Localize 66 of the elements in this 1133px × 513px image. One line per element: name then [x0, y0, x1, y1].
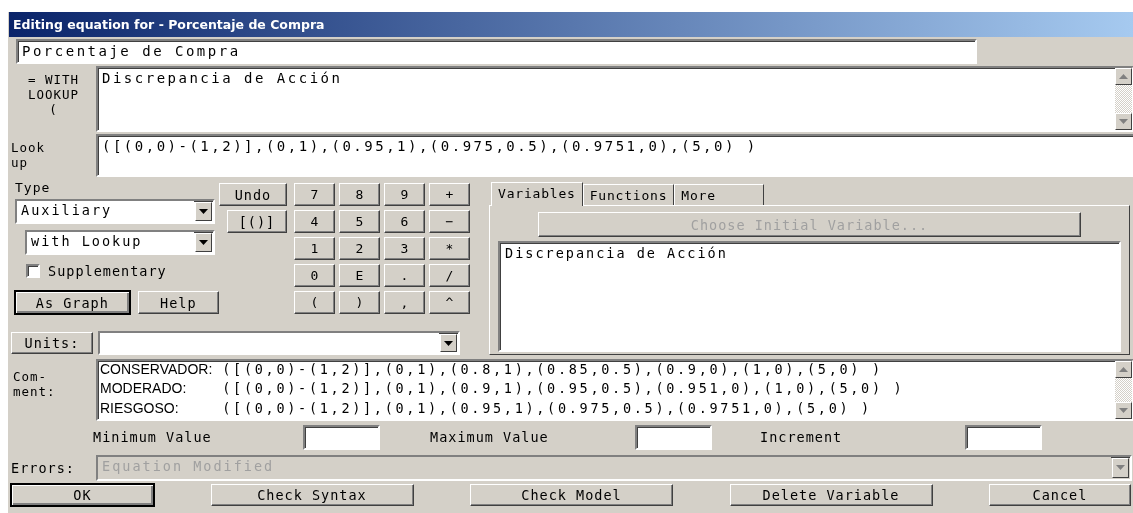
keypad-key[interactable]: 7	[294, 183, 335, 206]
check-model-button[interactable]: Check Model	[470, 484, 673, 506]
keypad-key[interactable]: 9	[384, 183, 425, 206]
range-field[interactable]	[635, 424, 712, 450]
keypad-key[interactable]: 3	[384, 237, 425, 260]
keypad-key[interactable]: 8	[339, 183, 380, 206]
tab[interactable]: Functions	[582, 184, 675, 205]
range-label: Minimum Value	[93, 429, 213, 445]
variable-list-item[interactable]: Discrepancia de Acción	[505, 245, 1114, 261]
keypad-key[interactable]: 0	[294, 264, 335, 287]
scrollbar[interactable]	[1115, 361, 1132, 419]
units-button[interactable]: Units:	[11, 332, 93, 354]
dropdown-arrow-icon	[199, 240, 208, 245]
keypad-key[interactable]: ,	[384, 291, 425, 314]
dropdown-arrow-icon	[199, 209, 208, 214]
supplementary-label: Supplementary	[48, 263, 167, 279]
keypad-key[interactable]: −	[429, 210, 470, 233]
tab[interactable]: More	[674, 184, 765, 205]
dropdown-arrow-icon	[1116, 465, 1125, 470]
keypad-key[interactable]: (	[294, 291, 335, 314]
keypad-key[interactable]: +	[429, 183, 470, 206]
comment-formula: ([(0,0)-(1,2)],(0,1),(0.9,1),(0.95,0.5),(0.951,0),(1,0),(5,0) )	[222, 380, 906, 399]
cancel-button[interactable]: Cancel	[989, 484, 1131, 506]
range-field[interactable]	[303, 424, 380, 450]
undo-button[interactable]: Undo	[219, 183, 287, 206]
bracket-button[interactable]: [()]	[227, 210, 287, 233]
equation-label: = WITH LOOKUP (	[27, 72, 80, 117]
comment-formula: ([(0,0)-(1,2)],(0,1),(0.95,1),(0.975,0.5),(0.9751,0),(5,0) )	[222, 399, 873, 418]
comment-label-text: RIESGOSO:	[100, 399, 180, 418]
type-label: Type	[15, 180, 52, 197]
subtype-dropdown[interactable]: with Lookup	[25, 230, 215, 255]
keypad-key[interactable]: 4	[294, 210, 335, 233]
comment-formula: ([(0,0)-(1,2)],(0,1),(0.8,1),(0.85,0.5),(0.9,0),(1,0),(5,0) )	[222, 361, 884, 379]
units-dropdown[interactable]	[98, 331, 460, 355]
supplementary-checkbox[interactable]	[26, 264, 40, 278]
variable-name-field[interactable]: Porcentaje de Compra	[16, 39, 977, 64]
ok-button[interactable]: OK	[11, 484, 154, 506]
comment-label-text: CONSERVADOR:	[100, 361, 213, 379]
scroll-down-icon	[1119, 408, 1128, 413]
keypad-key[interactable]: .	[384, 264, 425, 287]
comment-label-text: MODERADO:	[100, 380, 188, 399]
dropdown-arrow-icon	[444, 340, 453, 346]
keypad-key[interactable]: )	[339, 291, 380, 314]
lookup-field[interactable]: ([(0,0)-(1,2)],(0,1),(0.95,1),(0.975,0.5),(0.9751,0),(5,0) )	[98, 136, 1133, 175]
keypad-key[interactable]: 2	[339, 237, 380, 260]
scroll-up-icon	[1119, 367, 1128, 372]
range-label: Increment	[760, 429, 844, 445]
range-label: Maximum Value	[430, 429, 550, 445]
check-syntax-button[interactable]: Check Syntax	[210, 484, 414, 506]
lookup-label: Look up	[11, 140, 46, 170]
delete-variable-button[interactable]: Delete Variable	[729, 484, 933, 506]
keypad-key[interactable]: 5	[339, 210, 380, 233]
keypad-key[interactable]: 1	[294, 237, 335, 260]
keypad-key[interactable]: ^	[429, 291, 470, 314]
comment-label: Com- ment:	[13, 369, 56, 399]
keypad-key[interactable]: /	[429, 264, 470, 287]
keypad-key[interactable]: *	[429, 237, 470, 260]
type-dropdown[interactable]: Auxiliary	[15, 199, 215, 224]
range-field[interactable]	[965, 424, 1042, 450]
window-title: Editing equation for - Porcentaje de Compra	[9, 12, 1133, 37]
help-button[interactable]: Help	[137, 291, 219, 314]
errors-label: Errors:	[10, 459, 76, 476]
keypad-key[interactable]: E	[339, 264, 380, 287]
tab[interactable]: Variables	[491, 182, 583, 206]
keypad-key[interactable]: 6	[384, 210, 425, 233]
as-graph-button[interactable]: As Graph	[15, 291, 130, 314]
